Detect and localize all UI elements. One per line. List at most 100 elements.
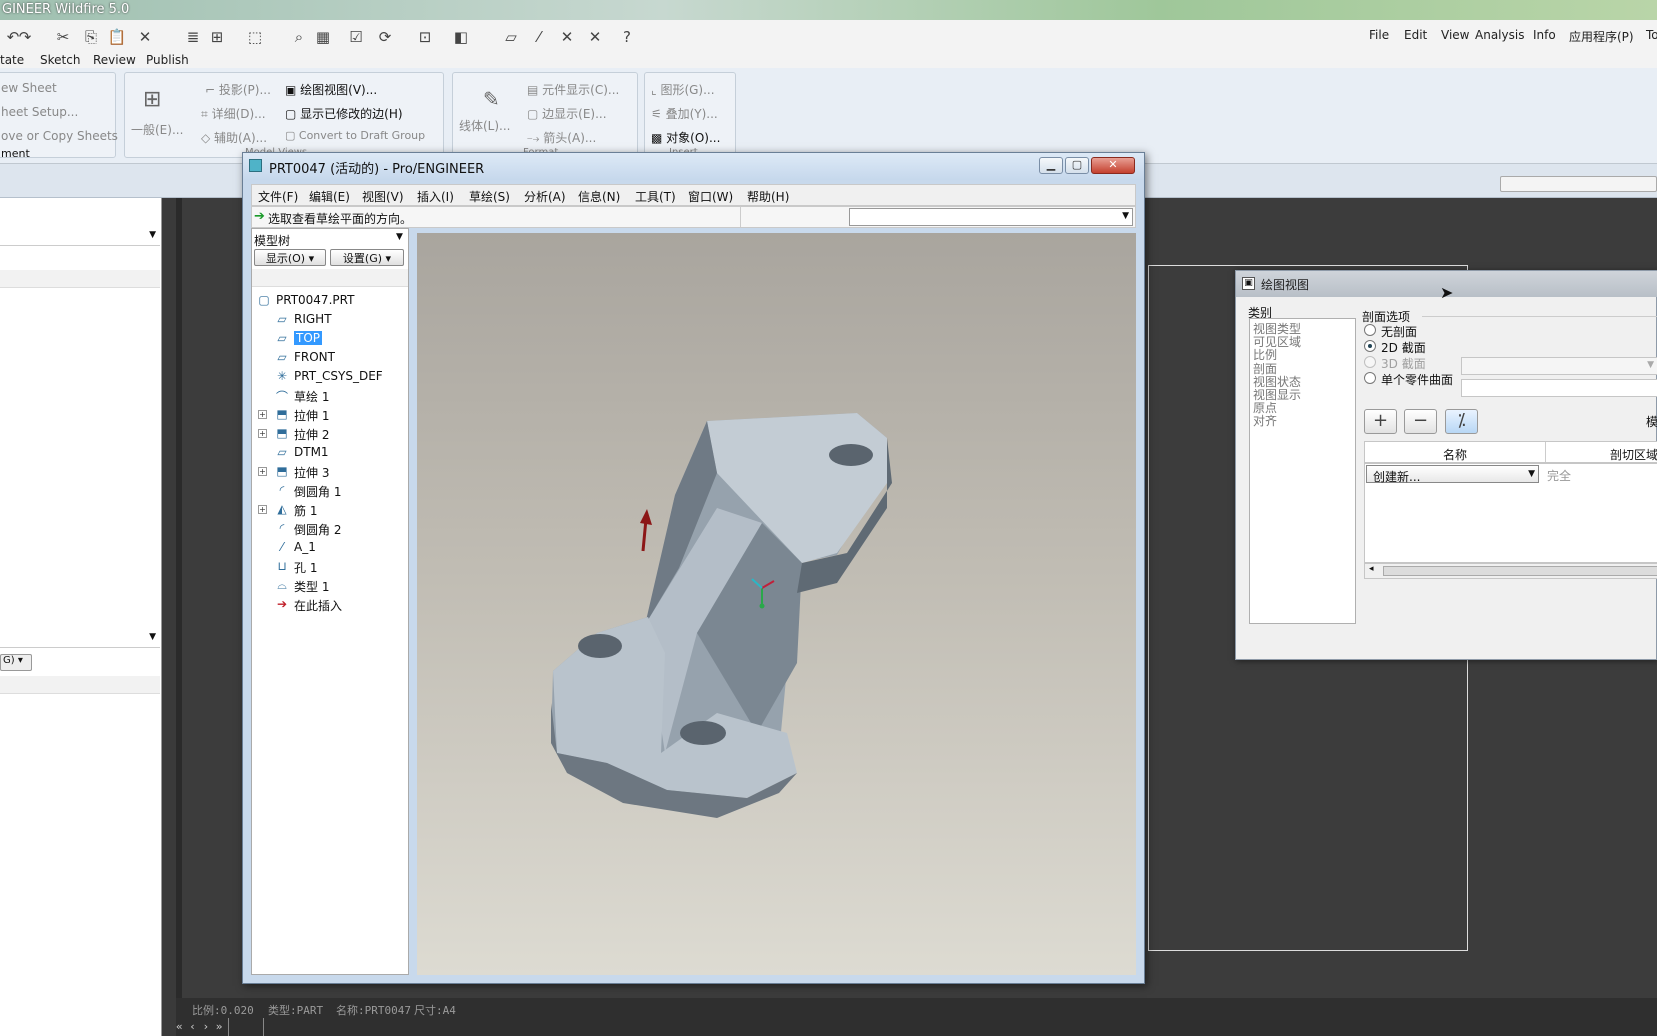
drawing-view-button[interactable]: ▣ 绘图视图(V)...	[285, 81, 377, 98]
close-icon[interactable]: ✕	[1091, 157, 1135, 174]
edge-display-button[interactable]: ▢ 边显示(E)...	[527, 105, 607, 122]
smart-filter-select[interactable]: ▼	[849, 208, 1133, 226]
menu-insert[interactable]: 插入(I)	[417, 188, 454, 205]
sheet-setup-button[interactable]: heet Setup...	[1, 105, 78, 119]
filter-box[interactable]	[1500, 176, 1657, 192]
regen-icon[interactable]: ☑	[345, 26, 367, 48]
refresh-icon[interactable]: ⟳	[374, 26, 396, 48]
section-option-radio[interactable]	[1364, 340, 1376, 352]
minimize-icon[interactable]: ▁	[1039, 157, 1063, 174]
flip-section-icon[interactable]: ⁒	[1445, 409, 1478, 434]
projection-button[interactable]: ⌐ 投影(P)...	[205, 81, 271, 98]
create-new-select[interactable]: 创建新... ▼	[1366, 465, 1539, 484]
object-button[interactable]: ▩ 对象(O)...	[651, 129, 720, 146]
sash-divider[interactable]	[176, 198, 182, 998]
tree-dropdown[interactable]: ▼	[0, 228, 160, 246]
convert-to-draft-group-button[interactable]: ▢ Convert to Draft Group	[285, 129, 425, 142]
layer-dropdown[interactable]: ▼	[0, 630, 160, 648]
single-part-surface-input[interactable]	[1461, 379, 1657, 397]
copy-icon[interactable]: ⎘	[80, 26, 102, 48]
line-style-icon[interactable]: ✎	[483, 87, 500, 111]
detailed-button[interactable]: ⌗ 详细(D)...	[201, 105, 266, 122]
csys-toggle-icon[interactable]: ✕	[584, 26, 606, 48]
expand-icon[interactable]: +	[258, 467, 267, 476]
cut-icon[interactable]: ✂	[52, 26, 74, 48]
horizontal-scrollbar[interactable]: ◂	[1364, 563, 1657, 579]
tree-item[interactable]: + ⬒ 拉伸 1	[252, 405, 408, 425]
menu-applications[interactable]: 应用程序(P)	[1569, 28, 1634, 45]
tree-item[interactable]: ◜ 倒圆角 2	[252, 519, 408, 539]
find-icon[interactable]: ⌕	[288, 26, 310, 48]
tree-item[interactable]: ▱ TOP	[252, 329, 408, 349]
menu-file[interactable]: 文件(F)	[258, 188, 298, 205]
whats-this-icon[interactable]: ?	[616, 26, 638, 48]
sheet-nav-arrows[interactable]: « ‹ › »	[176, 1020, 222, 1033]
show-button[interactable]: 显示(O) ▾	[254, 249, 326, 266]
tree-item[interactable]: ➔ 在此插入	[252, 595, 408, 615]
tab-review[interactable]: Review	[93, 53, 136, 67]
menu-edit[interactable]: Edit	[1404, 28, 1427, 42]
tab-sketch[interactable]: Sketch	[40, 53, 80, 67]
layer-settings-button[interactable]: G) ▾	[0, 654, 32, 671]
redo-icon[interactable]: ↷	[14, 26, 36, 48]
chevron-down-icon[interactable]: ▼	[396, 232, 403, 242]
tree-item[interactable]: ⌓ 类型 1	[252, 576, 408, 596]
section-option-radio[interactable]	[1364, 372, 1376, 384]
tree-item[interactable]: ▱ RIGHT	[252, 310, 408, 330]
menu-edit[interactable]: 编辑(E)	[309, 188, 350, 205]
expand-icon[interactable]: +	[258, 505, 267, 514]
sheet-tab[interactable]	[228, 1018, 264, 1036]
expand-icon[interactable]: +	[258, 410, 267, 419]
select-box-icon[interactable]: ⬚	[244, 26, 266, 48]
datum-plane-toggle-icon[interactable]: ▱	[500, 26, 522, 48]
scroll-left-icon[interactable]: ◂	[1369, 564, 1374, 574]
component-display-button[interactable]: ▤ 元件显示(C)...	[527, 81, 619, 98]
scroll-thumb[interactable]	[1383, 566, 1657, 576]
tree-item[interactable]: ▱ FRONT	[252, 348, 408, 368]
category-item[interactable]: 对齐	[1253, 412, 1277, 429]
show-modified-edges-button[interactable]: ▢ 显示已修改的边(H)	[285, 105, 403, 122]
datum-axis-toggle-icon[interactable]: ⁄	[528, 26, 550, 48]
menu-view[interactable]: 视图(V)	[362, 188, 404, 205]
3d-viewport[interactable]	[417, 233, 1136, 975]
menu-tools[interactable]: To	[1646, 28, 1657, 42]
menu-view[interactable]: View	[1441, 28, 1469, 42]
move-copy-sheets-button[interactable]: ove or Copy Sheets	[1, 129, 118, 143]
tree-icon[interactable]: ⊞	[206, 26, 228, 48]
add-section-button[interactable]: +	[1364, 409, 1397, 434]
general-view-icon[interactable]: ⊞	[143, 87, 161, 112]
tree-item[interactable]: ⁄ A_1	[252, 538, 408, 558]
menu-analysis[interactable]: Analysis	[1475, 28, 1524, 42]
paste-icon[interactable]: 📋	[106, 26, 128, 48]
menu-sketch[interactable]: 草绘(S)	[469, 188, 510, 205]
graph-button[interactable]: ⌞ 图形(G)...	[651, 81, 715, 98]
menu-analysis[interactable]: 分析(A)	[524, 188, 566, 205]
tab-publish[interactable]: Publish	[146, 53, 189, 67]
tree-item[interactable]: ◜ 倒圆角 1	[252, 481, 408, 501]
menu-tools[interactable]: 工具(T)	[635, 188, 676, 205]
delete-icon[interactable]: ✕	[134, 26, 156, 48]
menu-info[interactable]: 信息(N)	[578, 188, 620, 205]
new-sheet-button[interactable]: ew Sheet	[1, 81, 57, 95]
expand-icon[interactable]: +	[258, 429, 267, 438]
general-view-button[interactable]: 一般(E)...	[131, 121, 183, 138]
tree-item[interactable]: ⌒ 草绘 1	[252, 386, 408, 406]
remove-section-button[interactable]: −	[1404, 409, 1437, 434]
overlay-button[interactable]: ⚟ 叠加(Y)...	[651, 105, 718, 122]
tree-item[interactable]: ▢ PRT0047.PRT	[234, 291, 390, 311]
layer-icon[interactable]: ≣	[182, 26, 204, 48]
auxiliary-button[interactable]: ◇ 辅助(A)...	[201, 129, 267, 146]
point-toggle-icon[interactable]: ✕	[556, 26, 578, 48]
menu-file[interactable]: File	[1369, 28, 1389, 42]
menu-window[interactable]: 窗口(W)	[688, 188, 733, 205]
zoom-icon[interactable]: ⊡	[414, 26, 436, 48]
settings-button[interactable]: 设置(G) ▾	[330, 249, 404, 266]
tab-layout[interactable]: tate	[0, 53, 24, 67]
line-style-button[interactable]: 线体(L)...	[459, 117, 511, 134]
arrow-button[interactable]: ⤍ 箭头(A)...	[527, 129, 596, 146]
menu-info[interactable]: Info	[1533, 28, 1556, 42]
display-style-icon[interactable]: ◧	[450, 26, 472, 48]
tree-item[interactable]: + ⬒ 拉伸 3	[252, 462, 408, 482]
calc-icon[interactable]: ▦	[312, 26, 334, 48]
tree-item[interactable]: ✳ PRT_CSYS_DEF	[252, 367, 408, 387]
